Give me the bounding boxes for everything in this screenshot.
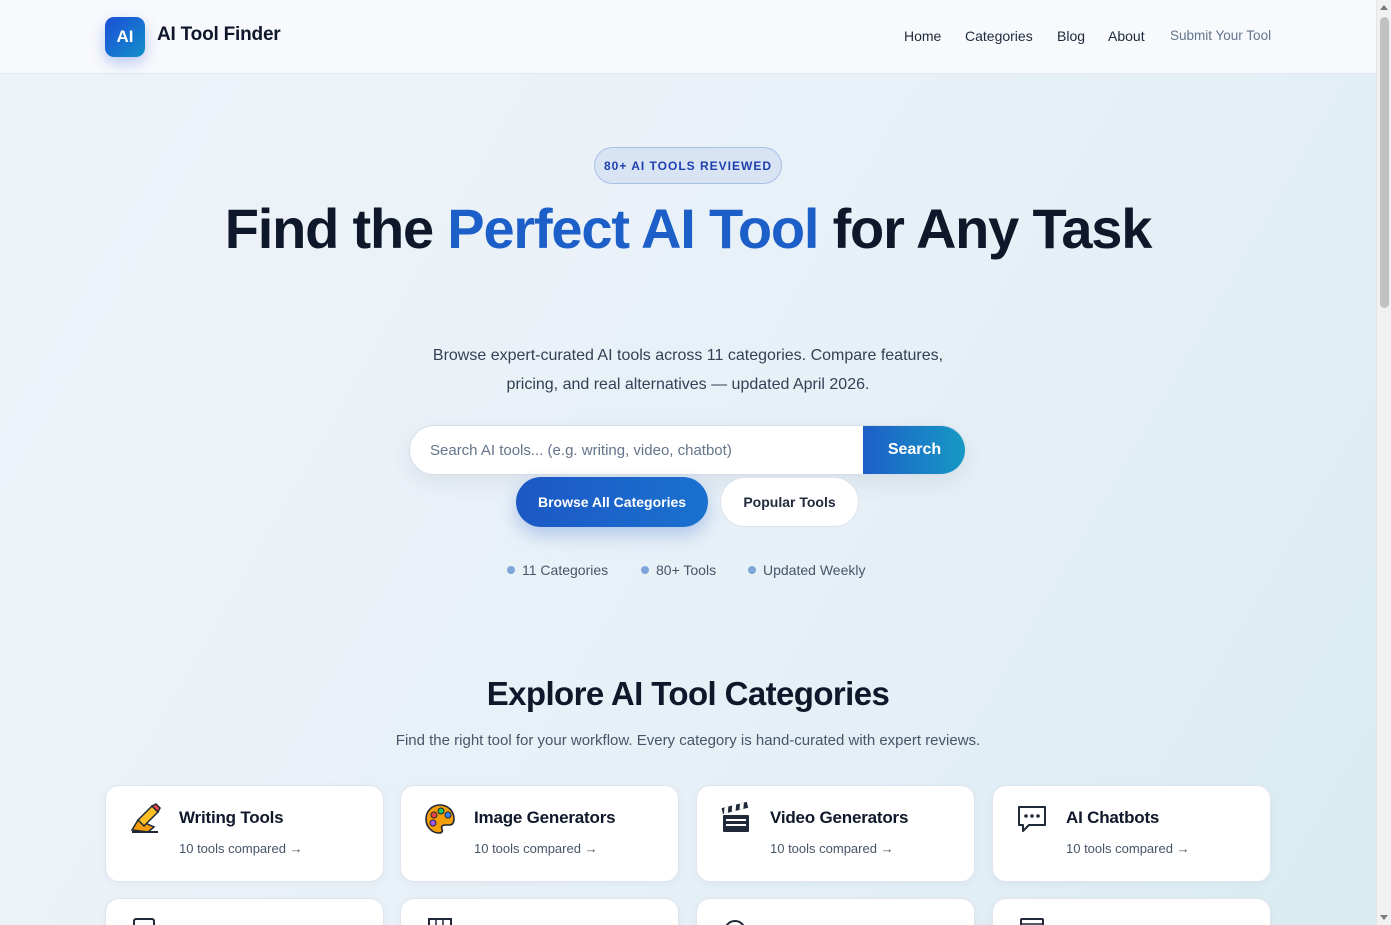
category-card-title: AI Chatbots [1066,808,1160,827]
search-input[interactable] [410,426,865,474]
category-card-title: Writing Tools [179,808,284,827]
categories-section-subtitle: Find the right tool for your workflow. E… [395,732,981,749]
category-card-count: 10 tools compared → [1066,841,1190,856]
stat-dot-icon [507,566,515,574]
category-card-writing-tools[interactable]: Writing Tools 10 tools compared → [105,785,384,882]
category-card-count: 10 tools compared → [179,841,303,856]
stat-label: 11 Categories [522,562,609,578]
category-card-title: Image Generators [474,808,616,827]
search-bar: Search [409,425,966,475]
category-icon [1020,918,1044,925]
stat-tools: 80+ Tools [641,562,716,578]
category-card-count: 10 tools compared → [474,841,598,856]
category-card-image-generators[interactable]: Image Generators 10 tools compared → [400,785,679,882]
scroll-thumb[interactable] [1380,17,1389,308]
stat-dot-icon [641,566,649,574]
category-card[interactable] [105,898,384,925]
search-button[interactable]: Search [863,426,965,474]
browse-all-categories-button[interactable]: Browse All Categories [516,477,708,527]
clapperboard-icon [721,802,749,832]
nav-home-link[interactable]: Home [904,28,941,48]
chat-bubble-icon [1018,806,1046,832]
scroll-down-arrow-icon[interactable] [1380,915,1388,920]
category-icon [133,918,155,925]
category-card-title: Video Generators [770,808,909,827]
popular-tools-button[interactable]: Popular Tools [720,477,859,527]
categories-section-title: Explore AI Tool Categories [486,675,890,712]
category-card-ai-chatbots[interactable]: AI Chatbots 10 tools compared → [992,785,1271,882]
category-card-video-generators[interactable]: Video Generators 10 tools compared → [696,785,975,882]
hero-title-accent: Perfect AI Tool [447,197,819,260]
stat-label: 80+ Tools [656,562,717,578]
scroll-up-arrow-icon[interactable] [1380,5,1388,10]
page-scrollbar[interactable] [1376,0,1391,925]
category-card[interactable] [696,898,975,925]
hero-title-part2: for Any Task [818,197,1153,260]
logo-text[interactable]: AI Tool Finder [157,24,281,46]
stat-label: Updated Weekly [763,562,866,578]
stat-categories: 11 Categories [507,562,608,578]
hero-subtitle: Browse expert-curated AI tools across 11… [432,347,944,393]
category-card[interactable] [400,898,679,925]
stat-updated: Updated Weekly [748,562,865,578]
tools-reviewed-badge: 80+ AI TOOLS REVIEWED [594,147,782,184]
stat-dot-icon [748,566,756,574]
hero-title: Find the Perfect AI Tool for Any Task [200,198,1176,259]
category-icon [725,920,745,925]
site-header: AI AI Tool Finder Home Categories Blog A… [0,0,1376,74]
category-icon [428,918,452,925]
category-card[interactable] [992,898,1271,925]
nav-categories-link[interactable]: Categories [965,28,1033,48]
nav-submit-tool-link[interactable]: Submit Your Tool [1170,28,1271,48]
page: AI AI Tool Finder Home Categories Blog A… [0,0,1376,925]
logo-badge[interactable]: AI [105,17,145,57]
pencil-icon [130,803,161,833]
hero-title-part1: Find the [224,197,448,260]
nav-about-link[interactable]: About [1108,28,1145,48]
category-card-count: 10 tools compared → [770,841,894,856]
nav-blog-link[interactable]: Blog [1057,28,1085,48]
palette-icon [425,804,455,834]
